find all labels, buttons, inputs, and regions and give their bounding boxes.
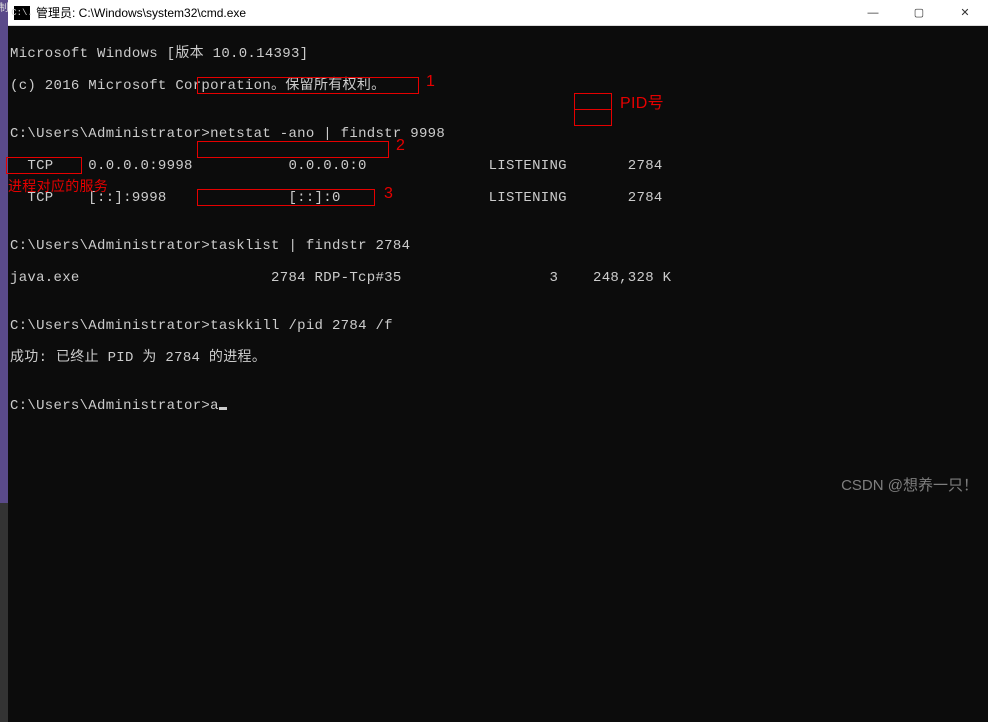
close-button[interactable]: ✕: [942, 0, 988, 26]
typed-char: a: [210, 398, 219, 414]
output-line: TCP 0.0.0.0:9998 0.0.0.0:0 LISTENING 278…: [10, 158, 986, 174]
output-line: (c) 2016 Microsoft Corporation。保留所有权利。: [10, 78, 986, 94]
minimize-button[interactable]: —: [850, 0, 896, 26]
cmd-tasklist: tasklist | findstr 2784: [210, 238, 410, 254]
prompt: C:\Users\Administrator>: [10, 398, 210, 414]
prompt-line: C:\Users\Administrator>tasklist | findst…: [10, 238, 986, 254]
output-line: Microsoft Windows [版本 10.0.14393]: [10, 46, 986, 62]
cursor: [219, 407, 227, 410]
anno-box-pid-a: [574, 93, 612, 110]
maximize-button[interactable]: ▢: [896, 0, 942, 26]
prompt: C:\Users\Administrator>: [10, 126, 210, 142]
cmd-window: C:\. 管理员: C:\Windows\system32\cmd.exe — …: [8, 0, 988, 503]
prompt-line: C:\Users\Administrator>taskkill /pid 278…: [10, 318, 986, 334]
cmd-taskkill: taskkill /pid 2784 /f: [210, 318, 393, 334]
prompt: C:\Users\Administrator>: [10, 318, 210, 334]
anno-box-cmd2: [197, 141, 389, 158]
cmd-netstat: netstat -ano | findstr 9998: [210, 126, 445, 142]
anno-label-pid: PID号: [620, 96, 664, 112]
cmd-icon: C:\.: [14, 6, 30, 20]
titlebar[interactable]: C:\. 管理员: C:\Windows\system32\cmd.exe — …: [8, 0, 988, 26]
window-title: 管理员: C:\Windows\system32\cmd.exe: [36, 4, 850, 21]
prompt: C:\Users\Administrator>: [10, 238, 210, 254]
terminal-body[interactable]: Microsoft Windows [版本 10.0.14393] (c) 20…: [8, 26, 988, 722]
anno-box-pid-b: [574, 109, 612, 126]
prompt-line: C:\Users\Administrator>a: [10, 398, 986, 414]
output-line: 成功: 已终止 PID 为 2784 的进程。: [10, 350, 986, 366]
output-line: java.exe 2784 RDP-Tcp#35 3 248,328 K: [10, 270, 986, 286]
output-line: TCP [::]:9998 [::]:0 LISTENING 2784: [10, 190, 986, 206]
prompt-line: C:\Users\Administrator>netstat -ano | fi…: [10, 126, 986, 142]
left-strip: 制: [0, 0, 8, 503]
watermark: CSDN @想养一只！: [841, 474, 978, 495]
